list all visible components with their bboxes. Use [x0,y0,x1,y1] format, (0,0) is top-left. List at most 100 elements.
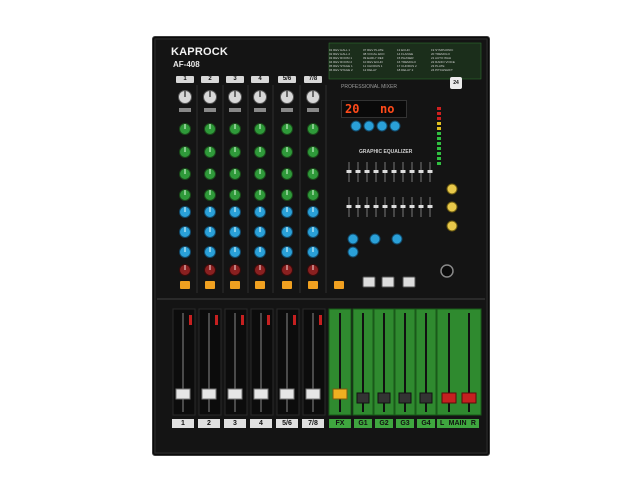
effect-count-badge: 24 [450,77,462,89]
clip-led [241,315,244,325]
level-meter-led [437,117,441,120]
channel-label-bottom: 1 [172,419,194,428]
headphone-jack[interactable] [440,264,454,278]
clip-led [267,315,270,325]
pad-button[interactable] [179,108,191,112]
channel-fader[interactable] [253,388,269,400]
mute-button[interactable] [255,281,265,289]
effect-item: 06 REV STAGE 2 [329,68,353,72]
channel-label-top: 5/6 [278,76,296,83]
mute-button[interactable] [308,281,318,289]
display-left-value: 20 [345,102,360,116]
group-fader[interactable] [398,392,412,404]
fx-knob[interactable] [350,120,362,132]
eq-title: GRAPHIC EQUALIZER [359,149,413,155]
channel-fader[interactable] [279,388,295,400]
eq-slider-fader[interactable] [400,170,406,173]
group-label: G2 [375,419,393,428]
level-meter-led [437,122,441,125]
pad-button[interactable] [281,108,293,112]
eq-slider-fader[interactable] [418,170,424,173]
level-meter-led [437,112,441,115]
channel-label-top: 4 [251,76,269,83]
eq-slider-fader[interactable] [364,170,370,173]
group-fader[interactable] [419,392,433,404]
clip-led [215,315,218,325]
pad-button[interactable] [254,108,266,112]
eq-slider-fader[interactable] [382,205,388,208]
master-level-knob[interactable] [446,183,458,195]
group-label: G1 [354,419,372,428]
function-button[interactable] [362,276,376,288]
mute-button[interactable] [180,281,190,289]
eq-slider-fader[interactable] [418,205,424,208]
pad-button[interactable] [307,108,319,112]
channel-fader[interactable] [305,388,321,400]
level-meter-led [437,162,441,165]
eq-slider-fader[interactable] [409,170,415,173]
group-fader[interactable] [377,392,391,404]
eq-slider-fader[interactable] [391,170,397,173]
fx-fader[interactable] [332,388,348,400]
channel-fader[interactable] [175,388,191,400]
main-label: L MAIN R [437,419,479,428]
channel-label-top: 3 [226,76,244,83]
eq-slider-fader[interactable] [346,205,352,208]
eq-slider-fader[interactable] [355,205,361,208]
eq-slider-fader[interactable] [391,205,397,208]
main-fader[interactable] [461,392,477,404]
level-meter-led [437,157,441,160]
mute-button[interactable] [334,281,344,289]
master-knob[interactable] [391,233,403,245]
function-button[interactable] [402,276,416,288]
level-meter-led [437,132,441,135]
eq-slider-fader[interactable] [355,170,361,173]
mute-button[interactable] [230,281,240,289]
eq-slider-fader[interactable] [346,170,352,173]
eq-slider-fader[interactable] [400,205,406,208]
effect-display: 20 no [341,100,407,118]
mute-button[interactable] [205,281,215,289]
eq-slider-fader[interactable] [373,205,379,208]
group-fader[interactable] [356,392,370,404]
level-meter-led [437,147,441,150]
channel-label-top: 7/8 [304,76,322,83]
channel-label-bottom: 2 [198,419,220,428]
mute-button[interactable] [282,281,292,289]
main-left-label: L [440,420,445,427]
eq-slider-fader[interactable] [409,205,415,208]
fx-knob[interactable] [389,120,401,132]
level-meter-led [437,107,441,110]
master-knob[interactable] [347,233,359,245]
eq-slider-fader[interactable] [427,205,433,208]
channel-fader[interactable] [201,388,217,400]
effect-item: 12 DELAY [363,68,377,72]
fx-knob[interactable] [363,120,375,132]
main-right-label: R [470,420,476,427]
main-fader[interactable] [441,392,457,404]
group-label: G4 [417,419,435,428]
channel-fader[interactable] [227,388,243,400]
main-title-label: MAIN [448,420,467,427]
channel-label-bottom: 3 [224,419,246,428]
master-level-knob[interactable] [446,220,458,232]
eq-slider-fader[interactable] [373,170,379,173]
channel-label-top: 2 [201,76,219,83]
effect-item: 18 DELAY 2 [397,68,414,72]
fx-panel-title: PROFESSIONAL MIXER [341,84,397,90]
master-knob[interactable] [347,246,359,258]
pad-button[interactable] [204,108,216,112]
effects-list: 01 REV HALL 1 02 REV HALL 2 03 REV ROOM … [329,48,463,76]
function-button[interactable] [381,276,395,288]
clip-led [319,315,322,325]
mixer-console: KAPROCK AF-408 1 2 3 4 5/6 7/8 01 REV HA… [152,36,490,456]
eq-slider-fader[interactable] [382,170,388,173]
pad-button[interactable] [229,108,241,112]
brand-logo: KAPROCK [171,46,229,58]
fx-knob[interactable] [376,120,388,132]
master-knob[interactable] [369,233,381,245]
eq-slider-fader[interactable] [427,170,433,173]
eq-slider-fader[interactable] [364,205,370,208]
master-level-knob[interactable] [446,201,458,213]
fx-label: FX [329,419,351,428]
